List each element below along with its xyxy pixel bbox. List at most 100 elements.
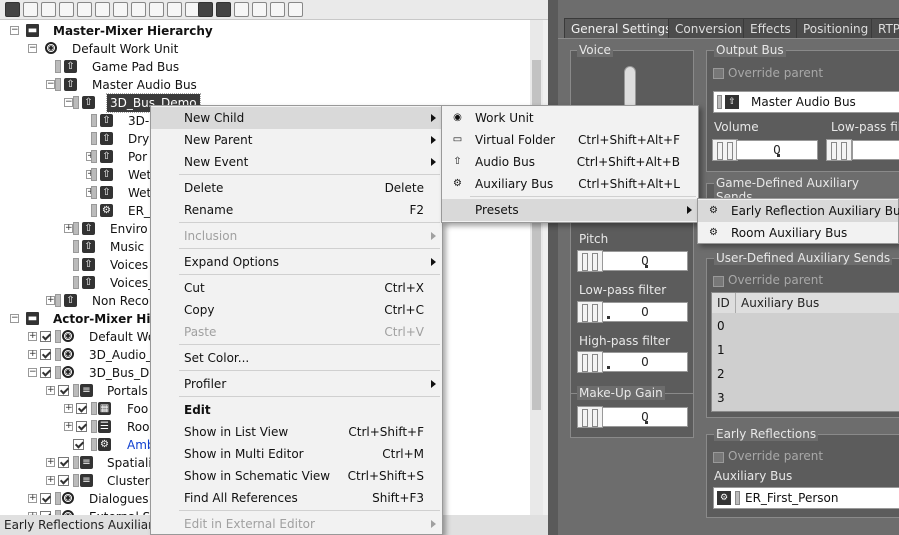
expander-icon[interactable]: + bbox=[46, 296, 55, 305]
inclusion-checkbox[interactable] bbox=[58, 475, 69, 486]
expander-icon[interactable]: + bbox=[28, 332, 37, 341]
expander-icon[interactable]: − bbox=[28, 44, 37, 53]
col-id-header[interactable]: ID bbox=[712, 293, 736, 313]
sequence-icon[interactable] bbox=[113, 2, 128, 17]
folder-icon[interactable] bbox=[23, 2, 38, 17]
lpf-link-slider[interactable] bbox=[826, 139, 852, 161]
list-icon[interactable] bbox=[288, 2, 303, 17]
tab-effects[interactable]: Effects bbox=[743, 18, 798, 39]
menu-item-presets[interactable]: Presets bbox=[442, 199, 698, 221]
lowpass-field[interactable]: 0 bbox=[602, 302, 688, 322]
expander-icon[interactable]: − bbox=[10, 26, 19, 35]
random-icon[interactable] bbox=[95, 2, 110, 17]
aux-bus-icon[interactable] bbox=[216, 2, 231, 17]
menu-item-copy[interactable]: Copy Ctrl+C bbox=[151, 299, 442, 321]
menu-item-show-in-schematic-view[interactable]: Show in Schematic View Ctrl+Shift+S bbox=[151, 465, 442, 487]
output-bus-field[interactable]: ⇧ Master Audio Bus bbox=[713, 91, 899, 113]
menu-item-set-color[interactable]: Set Color... bbox=[151, 347, 442, 369]
menu-item-virtual-folder[interactable]: ▭ Virtual Folder Ctrl+Shift+Alt+F bbox=[442, 129, 698, 151]
expander-icon[interactable]: + bbox=[64, 404, 73, 413]
inclusion-checkbox[interactable] bbox=[40, 331, 51, 342]
menu-item-delete[interactable]: Delete Delete bbox=[151, 177, 442, 199]
menu-item-room-auxiliary-bus[interactable]: ⚙ Room Auxiliary Bus bbox=[698, 222, 898, 244]
table-icon[interactable] bbox=[252, 2, 267, 17]
menu-item-work-unit[interactable]: ◉ Work Unit bbox=[442, 107, 698, 129]
expander-icon[interactable]: + bbox=[46, 476, 55, 485]
music-icon[interactable] bbox=[167, 2, 182, 17]
col-aux-bus-header[interactable]: Auxiliary Bus bbox=[736, 293, 899, 313]
inclusion-checkbox[interactable] bbox=[40, 367, 51, 378]
inclusion-checkbox[interactable] bbox=[58, 385, 69, 396]
menu-item-label: Rename bbox=[184, 203, 234, 217]
menu-item-audio-bus[interactable]: ⇧ Audio Bus Ctrl+Shift+Alt+B bbox=[442, 151, 698, 173]
bus-icon[interactable] bbox=[198, 2, 213, 17]
lpf-field[interactable]: 0 bbox=[852, 140, 899, 160]
highpass-field[interactable]: 0 bbox=[602, 352, 688, 372]
inclusion-checkbox[interactable] bbox=[73, 439, 84, 450]
tree-row[interactable]: − ⇧ Master Audio Bus bbox=[0, 76, 530, 94]
menu-item-new-child[interactable]: New Child bbox=[151, 107, 442, 129]
menu-item-cut[interactable]: Cut Ctrl+X bbox=[151, 277, 442, 299]
menu-item-rename[interactable]: Rename F2 bbox=[151, 199, 442, 221]
tools-icon[interactable] bbox=[149, 2, 164, 17]
pitch-link-slider[interactable] bbox=[577, 250, 603, 272]
grid-icon[interactable] bbox=[234, 2, 249, 17]
tab-positioning[interactable]: Positioning bbox=[796, 18, 876, 39]
tree-row[interactable]: − ◉ Default Work Unit bbox=[0, 40, 530, 58]
er-override-checkbox[interactable] bbox=[713, 452, 724, 463]
layout-icon[interactable] bbox=[270, 2, 285, 17]
switch-icon[interactable] bbox=[77, 2, 92, 17]
menu-item-new-parent[interactable]: New Parent bbox=[151, 129, 442, 151]
menu-item-expand-options[interactable]: Expand Options bbox=[151, 251, 442, 273]
voice-volume-slider[interactable] bbox=[624, 66, 636, 110]
menu-item-show-in-list-view[interactable]: Show in List View Ctrl+Shift+F bbox=[151, 421, 442, 443]
inclusion-checkbox[interactable] bbox=[58, 457, 69, 468]
menu-item-edit[interactable]: Edit bbox=[151, 399, 442, 421]
er-aux-bus-field[interactable]: ⚙ ER_First_Person bbox=[713, 487, 899, 509]
expander-icon[interactable]: + bbox=[46, 458, 55, 467]
tree-row-label: Cluster bbox=[107, 474, 150, 488]
lowpass-link-slider[interactable] bbox=[577, 301, 603, 323]
expander-icon[interactable]: + bbox=[64, 422, 73, 431]
inclusion-checkbox[interactable] bbox=[76, 403, 87, 414]
menu-item-show-in-multi-editor[interactable]: Show in Multi Editor Ctrl+M bbox=[151, 443, 442, 465]
makeup-link-slider[interactable] bbox=[577, 406, 603, 428]
inclusion-checkbox[interactable] bbox=[76, 421, 87, 432]
volume-link-slider[interactable] bbox=[712, 139, 738, 161]
tab-general-settings[interactable]: General Settings bbox=[564, 18, 679, 39]
expander-icon[interactable]: − bbox=[46, 80, 55, 89]
menu-item-find-all-references[interactable]: Find All References Shift+F3 bbox=[151, 487, 442, 509]
pitch-field[interactable]: 0 bbox=[602, 251, 688, 271]
table-row[interactable]: 3 bbox=[712, 386, 899, 410]
user-aux-override-checkbox[interactable] bbox=[713, 276, 724, 287]
highpass-link-slider[interactable] bbox=[577, 351, 603, 373]
output-override-checkbox[interactable] bbox=[713, 68, 724, 79]
folder-icon[interactable] bbox=[41, 2, 56, 17]
menu-item-auxiliary-bus[interactable]: ⚙ Auxiliary Bus Ctrl+Shift+Alt+L bbox=[442, 173, 698, 195]
tree-row[interactable]: − ▬ Master-Mixer Hierarchy bbox=[0, 22, 530, 40]
menu-item-new-event[interactable]: New Event bbox=[151, 151, 442, 173]
expander-icon[interactable]: + bbox=[28, 350, 37, 359]
table-row[interactable]: 0 bbox=[712, 314, 899, 338]
pane-divider[interactable] bbox=[548, 0, 558, 535]
expander-icon[interactable]: − bbox=[64, 98, 73, 107]
menu-item-early-reflection-auxiliary-bus[interactable]: ⚙ Early Reflection Auxiliary Bus bbox=[698, 200, 899, 222]
volume-field[interactable]: 0 bbox=[736, 140, 818, 160]
menu-item-profiler[interactable]: Profiler bbox=[151, 373, 442, 395]
inclusion-checkbox[interactable] bbox=[40, 493, 51, 504]
expander-icon[interactable]: − bbox=[10, 314, 19, 323]
tab-rtpc[interactable]: RTPC bbox=[871, 18, 899, 39]
tab-conversion[interactable]: Conversion bbox=[668, 18, 750, 39]
work-unit-icon[interactable] bbox=[5, 2, 20, 17]
makeup-gain-field[interactable]: 0 bbox=[602, 407, 688, 427]
expander-icon[interactable]: + bbox=[28, 494, 37, 503]
tree-row[interactable]: ⇧ Game Pad Bus bbox=[0, 58, 530, 76]
table-row[interactable]: 1 bbox=[712, 338, 899, 362]
expander-icon[interactable]: − bbox=[28, 368, 37, 377]
sound-icon[interactable] bbox=[59, 2, 74, 17]
blend-icon[interactable] bbox=[131, 2, 146, 17]
expander-icon[interactable]: + bbox=[46, 386, 55, 395]
expander-icon[interactable]: + bbox=[64, 224, 73, 233]
table-row[interactable]: 2 bbox=[712, 362, 899, 386]
inclusion-checkbox[interactable] bbox=[40, 349, 51, 360]
